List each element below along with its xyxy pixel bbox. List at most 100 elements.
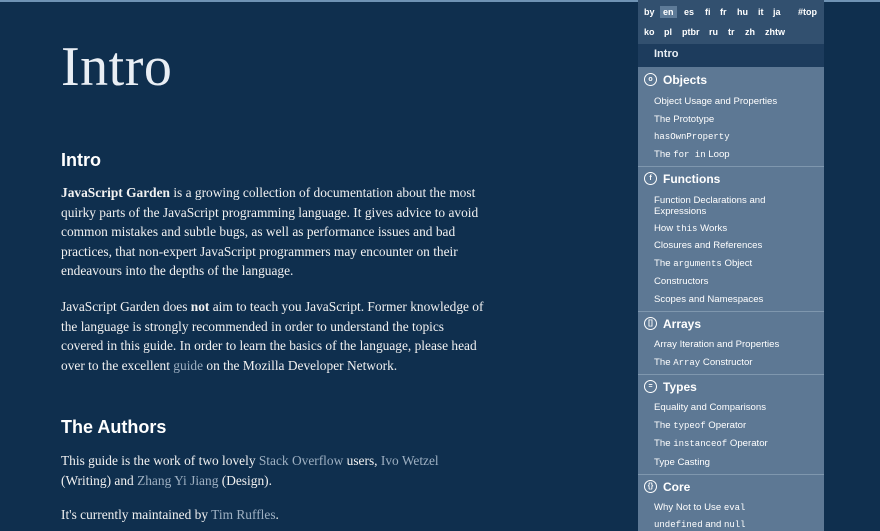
authors-heading: The Authors [61, 417, 167, 437]
eval-a: Why Not to Use [654, 502, 724, 513]
divider [638, 474, 824, 475]
zhang-yi-jiang-link[interactable]: Zhang Yi Jiang [137, 473, 218, 488]
array-ctor-a: The [654, 357, 674, 368]
objects-icon: o [644, 73, 657, 86]
authors-paragraph: This guide is the work of two lovely Sta… [61, 451, 486, 490]
arguments-b: Object [721, 258, 753, 269]
undef-code1: undefined [654, 520, 703, 530]
ivo-wetzel-link[interactable]: Ivo Wetzel [381, 453, 439, 468]
array-ctor-code: Array [673, 358, 701, 368]
eval-code: eval [723, 503, 746, 513]
nav-how-this-works[interactable]: How this Works [654, 223, 816, 235]
intro-bold: JavaScript Garden [61, 185, 170, 200]
nav-array-iteration[interactable]: Array Iteration and Properties [654, 339, 816, 350]
how-this-code: this [675, 224, 698, 234]
lang-ko[interactable]: ko [644, 27, 655, 37]
current-section[interactable]: Intro [638, 44, 824, 67]
nav-object-usage[interactable]: Object Usage and Properties [654, 96, 816, 107]
stack-overflow-link[interactable]: Stack Overflow [259, 453, 343, 468]
lang-it[interactable]: it [758, 7, 764, 17]
maintainer-text-a: It's currently maintained by [61, 507, 212, 522]
section-types[interactable]: = Types [638, 376, 824, 398]
undef-code2: null [723, 520, 746, 530]
lang-by[interactable]: by [644, 7, 655, 17]
purpose-text-a: JavaScript Garden does [61, 299, 191, 314]
nav-constructors[interactable]: Constructors [654, 276, 816, 287]
purpose-paragraph: JavaScript Garden does not aim to teach … [61, 297, 486, 375]
nav-type-casting[interactable]: Type Casting [654, 457, 816, 468]
undef-a: and [702, 519, 724, 530]
lang-es[interactable]: es [684, 7, 694, 17]
maintainer-paragraph: It's currently maintained by Tim Ruffles… [61, 505, 486, 525]
authors-text-d: (Design). [218, 472, 272, 488]
lang-en[interactable]: en [660, 6, 677, 18]
divider [638, 374, 824, 375]
divider [638, 166, 824, 167]
lang-ja[interactable]: ja [773, 7, 781, 17]
arrays-icon: [] [644, 317, 657, 330]
mdn-guide-link[interactable]: guide [173, 358, 203, 373]
objects-title: Objects [663, 73, 708, 87]
nav-typeof[interactable]: The typeof Operator [654, 420, 816, 432]
nav-undefined-null[interactable]: undefined and null [654, 519, 816, 531]
tim-ruffles-link[interactable]: Tim Ruffles [211, 507, 275, 522]
nav-closures[interactable]: Closures and References [654, 240, 816, 251]
lang-ru[interactable]: ru [709, 27, 718, 37]
instanceof-code: instanceof [673, 439, 728, 449]
for-in-a: The [654, 149, 674, 160]
lang-pl[interactable]: pl [664, 27, 672, 37]
language-bar: by en es fi fr hu it ja #top ko pl ptbr … [638, 0, 824, 44]
page-title: Intro [61, 36, 173, 98]
current-section-label: Intro [654, 48, 679, 60]
for-in-code: for in [673, 150, 706, 160]
authors-text-b: users, [343, 453, 381, 468]
nav-equality[interactable]: Equality and Comparisons [654, 402, 816, 413]
intro-paragraph: JavaScript Garden is a growing collectio… [61, 183, 486, 281]
nav-eval[interactable]: Why Not to Use eval [654, 502, 816, 514]
maintainer-text-b: . [275, 507, 279, 522]
arguments-a: The [654, 258, 674, 269]
how-this-a: How [654, 223, 676, 234]
section-functions[interactable]: f Functions [638, 168, 824, 190]
types-icon: = [644, 380, 657, 393]
types-title: Types [663, 380, 697, 394]
nav-instanceof[interactable]: The instanceof Operator [654, 438, 816, 450]
instanceof-a: The [654, 438, 674, 449]
purpose-text-c: on the Mozilla Developer Network. [203, 357, 398, 373]
nav-for-in-loop[interactable]: The for in Loop [654, 149, 816, 161]
intro-heading: Intro [61, 150, 101, 170]
typeof-code: typeof [673, 421, 706, 431]
lang-zh[interactable]: zh [745, 27, 755, 37]
nav-prototype[interactable]: The Prototype [654, 114, 816, 125]
nav-scopes[interactable]: Scopes and Namespaces [654, 294, 816, 305]
divider [638, 311, 824, 312]
lang-fr[interactable]: fr [720, 7, 727, 17]
core-title: Core [663, 480, 691, 494]
arrays-title: Arrays [663, 317, 702, 331]
lang-tr[interactable]: tr [728, 27, 735, 37]
functions-icon: f [644, 172, 657, 185]
how-this-b: Works [697, 223, 728, 234]
nav-hasownproperty[interactable]: hasOwnProperty [654, 132, 816, 143]
section-menu: o Objects Object Usage and Properties Th… [638, 67, 824, 531]
lang-zhtw[interactable]: zhtw [765, 27, 785, 37]
sidebar-nav: by en es fi fr hu it ja #top ko pl ptbr … [638, 0, 824, 531]
nav-arguments[interactable]: The arguments Object [654, 258, 816, 270]
nav-function-declarations[interactable]: Function Declarations and Expressions [654, 195, 816, 217]
typeof-a: The [654, 420, 674, 431]
array-ctor-b: Constructor [700, 357, 753, 368]
for-in-b: Loop [705, 149, 730, 160]
authors-text-c: (Writing) and [61, 472, 138, 488]
arguments-code: arguments [673, 259, 722, 269]
lang-hu[interactable]: hu [737, 7, 748, 17]
section-arrays[interactable]: [] Arrays [638, 313, 824, 335]
section-core[interactable]: {} Core [638, 476, 824, 498]
authors-text-a: This guide is the work of two lovely [61, 453, 259, 468]
instanceof-b: Operator [727, 438, 768, 449]
lang-ptbr[interactable]: ptbr [682, 27, 700, 37]
core-icon: {} [644, 480, 657, 493]
lang-fi[interactable]: fi [705, 7, 711, 17]
section-objects[interactable]: o Objects [638, 69, 824, 91]
nav-array-constructor[interactable]: The Array Constructor [654, 357, 816, 369]
top-link[interactable]: #top [798, 7, 817, 17]
